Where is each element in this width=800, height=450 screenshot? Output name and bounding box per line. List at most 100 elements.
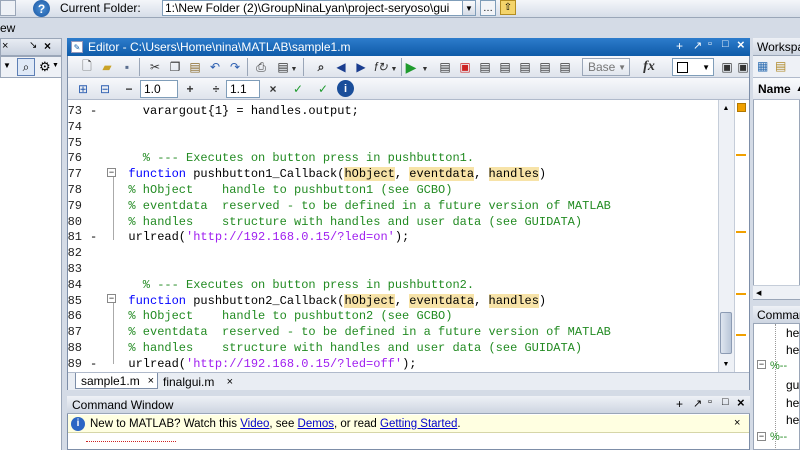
- editor-undock-icon[interactable]: ↗: [693, 39, 702, 52]
- cut-icon[interactable]: ✂: [146, 58, 164, 76]
- redo-icon[interactable]: ↷: [226, 58, 244, 76]
- history-collapse-icon[interactable]: −: [757, 360, 766, 369]
- code-line[interactable]: 87 % eventdata reserved - to be defined …: [68, 325, 718, 341]
- forward-arrow-icon[interactable]: ▶: [352, 58, 370, 76]
- save-icon[interactable]: ▪: [118, 58, 136, 76]
- history-item[interactable]: he: [786, 326, 799, 340]
- code-line[interactable]: 81- urlread('http://192.168.0.15/?led=on…: [68, 230, 718, 246]
- insert-cell-icon[interactable]: ⊞: [74, 80, 92, 98]
- history-item[interactable]: gu: [786, 378, 799, 392]
- code-line[interactable]: 83: [68, 262, 718, 278]
- exit-debug-icon[interactable]: ▤: [556, 58, 574, 76]
- code-line[interactable]: 84 % --- Executes on button press in pus…: [68, 278, 718, 294]
- demos-link[interactable]: Demos: [298, 418, 334, 430]
- video-link[interactable]: Video: [240, 418, 269, 430]
- tab-sample1[interactable]: sample1.m ×: [75, 373, 158, 389]
- step-out-icon[interactable]: ▤: [516, 58, 534, 76]
- open-folder-icon[interactable]: ▰: [98, 58, 116, 76]
- tab-finalgui[interactable]: finalgui.m ×: [160, 374, 236, 389]
- code-line[interactable]: 86 % hObject handle to pushbutton2 (see …: [68, 309, 718, 325]
- fold-toggle-icon[interactable]: −: [107, 168, 116, 177]
- code-line[interactable]: 80 % handles structure with handles and …: [68, 215, 718, 231]
- code-line[interactable]: 88 % handles structure with handles and …: [68, 341, 718, 357]
- code-line[interactable]: 74: [68, 120, 718, 136]
- undo-icon[interactable]: ↶: [206, 58, 224, 76]
- help-icon[interactable]: ?: [33, 0, 50, 17]
- history-item[interactable]: he: [786, 396, 799, 410]
- decrement-button[interactable]: −: [120, 80, 138, 98]
- dock-icon[interactable]: ↘: [29, 40, 37, 51]
- history-item[interactable]: he: [786, 343, 799, 357]
- function-dropdown-arrow[interactable]: ▼: [390, 60, 398, 78]
- code-line[interactable]: 82: [68, 246, 718, 262]
- code-line[interactable]: 73- varargout{1} = handles.output;: [68, 104, 718, 120]
- copy-icon[interactable]: ❐: [166, 58, 184, 76]
- analyzer-warning-mark[interactable]: [736, 154, 746, 156]
- history-collapse-icon[interactable]: −: [757, 432, 766, 441]
- folder-up-icon[interactable]: ⇧: [500, 0, 516, 15]
- command-maximize-icon[interactable]: □: [722, 396, 729, 408]
- pane-close-icon[interactable]: ×: [2, 40, 8, 52]
- multiply-button[interactable]: ×: [264, 80, 282, 98]
- paste-icon[interactable]: ▤: [186, 58, 204, 76]
- scroll-thumb[interactable]: [720, 312, 732, 354]
- scroll-up-arrow[interactable]: ▲: [718, 100, 734, 116]
- analyzer-warning-mark[interactable]: [736, 231, 746, 233]
- current-folder-input[interactable]: 1:\New Folder (2)\GroupNinaLyan\project-…: [162, 0, 474, 16]
- code-area[interactable]: 73- varargout{1} = handles.output; 74 75 76…: [68, 100, 718, 372]
- tile-close-icon[interactable]: ▣: [734, 58, 752, 76]
- divide-button[interactable]: ÷: [207, 80, 225, 98]
- name-column-header[interactable]: Name: [758, 82, 791, 96]
- info-bar-close-icon[interactable]: ×: [734, 417, 740, 429]
- close-icon[interactable]: ×: [44, 39, 51, 53]
- set-breakpoint-icon[interactable]: ▤: [436, 58, 454, 76]
- find-icon[interactable]: ⌕: [312, 58, 330, 76]
- getting-started-link[interactable]: Getting Started: [380, 418, 457, 430]
- new-file-icon[interactable]: 🗋: [78, 58, 96, 76]
- command-minimize-icon[interactable]: ▫: [708, 396, 712, 408]
- scroll-down-arrow[interactable]: ▼: [718, 356, 734, 372]
- fold-toggle-icon[interactable]: −: [107, 294, 116, 303]
- function-browser-icon[interactable]: f↻: [372, 58, 390, 76]
- analyzer-warning-mark[interactable]: [736, 334, 746, 336]
- scale-value-input[interactable]: 1.1: [226, 80, 260, 98]
- tab-close-icon[interactable]: ×: [148, 375, 154, 387]
- code-line[interactable]: 79 % eventdata reserved - to be defined …: [68, 199, 718, 215]
- command-pin-icon[interactable]: +: [676, 397, 683, 411]
- editor-maximize-icon[interactable]: □: [722, 38, 729, 50]
- new-variable-icon[interactable]: ▦: [757, 59, 768, 73]
- editor-pin-icon[interactable]: +: [676, 39, 683, 53]
- command-undock-icon[interactable]: ↗: [693, 397, 702, 410]
- workspace-hscrollbar[interactable]: ◀: [753, 285, 800, 299]
- code-line[interactable]: 85 function pushbutton2_Callback(hObject…: [68, 293, 718, 310]
- browse-folder-button[interactable]: …: [480, 0, 496, 16]
- code-line[interactable]: 76 % --- Executes on button press in pus…: [68, 151, 718, 167]
- code-line[interactable]: 75: [68, 136, 718, 152]
- command-close-icon[interactable]: ×: [737, 395, 745, 410]
- remove-cell-icon[interactable]: ⊟: [96, 80, 114, 98]
- dropdown-arrow-icon[interactable]: ▼: [3, 61, 11, 70]
- breakpoint-marker[interactable]: -: [90, 230, 97, 244]
- view-menu-label[interactable]: ew: [0, 21, 15, 35]
- step-icon[interactable]: ▤: [476, 58, 494, 76]
- breakpoint-marker[interactable]: -: [90, 357, 97, 371]
- print-dropdown-arrow[interactable]: ▼: [290, 60, 298, 78]
- print-icon[interactable]: ⎙: [252, 58, 270, 76]
- cell-help-icon[interactable]: i: [337, 80, 354, 97]
- evaluate-advance-icon[interactable]: ✓: [314, 80, 332, 98]
- open-variable-icon[interactable]: ▤: [775, 59, 786, 73]
- evaluate-cell-icon[interactable]: ✓: [289, 80, 307, 98]
- back-arrow-icon[interactable]: ◀: [332, 58, 350, 76]
- editor-minimize-icon[interactable]: ▫: [708, 38, 712, 50]
- code-line[interactable]: 89- urlread('http://192.168.0.15/?led=of…: [68, 357, 718, 372]
- editor-close-icon[interactable]: ×: [737, 37, 745, 52]
- step-in-icon[interactable]: ▤: [496, 58, 514, 76]
- clear-breakpoints-icon[interactable]: ▣: [456, 58, 474, 76]
- increment-button[interactable]: +: [181, 80, 199, 98]
- code-line[interactable]: 77 function pushbutton1_Callback(hObject…: [68, 167, 718, 183]
- folder-dropdown-button[interactable]: ▼: [462, 0, 476, 16]
- gear-dropdown-icon[interactable]: ▼: [52, 62, 59, 69]
- analyzer-warning-mark[interactable]: [736, 293, 746, 295]
- history-item[interactable]: he: [786, 413, 799, 427]
- search-icon[interactable]: ⌕: [17, 58, 35, 76]
